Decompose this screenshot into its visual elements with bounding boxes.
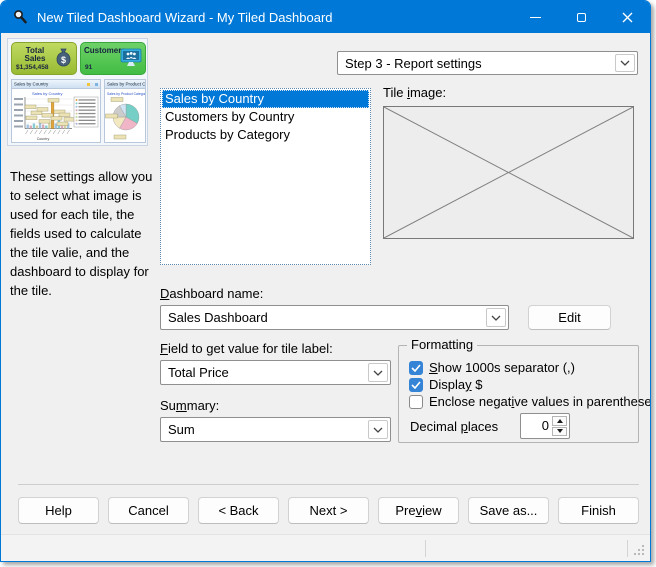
placeholder-cross-icon	[384, 107, 633, 238]
chevron-down-icon	[368, 363, 388, 382]
finish-button[interactable]: Finish	[558, 497, 639, 524]
checkbox-enclose-negative[interactable]: Enclose negative values in parentheses	[409, 394, 651, 409]
dashboard-name-label: Dashboard name:	[160, 286, 263, 301]
report-listbox: Sales by Country Customers by Country Pr…	[160, 88, 371, 265]
settings-description: These settings allow you to select what …	[10, 167, 154, 300]
list-item-products-by-category[interactable]: Products by Category	[162, 126, 369, 144]
maximize-icon	[577, 13, 586, 22]
dashboard-name-value: Sales Dashboard	[168, 310, 486, 325]
tile-image-label: Tile image:	[383, 85, 446, 100]
panel-toolbar-icon	[87, 83, 90, 86]
list-item-sales-by-country[interactable]: Sales by Country	[162, 90, 369, 108]
tile-image-placeholder	[383, 106, 634, 239]
magnifier-icon	[12, 9, 28, 25]
svg-text:Country: Country	[37, 137, 50, 141]
tile-value: $1,354,458	[16, 64, 49, 71]
decimal-places-label: Decimal places	[410, 419, 498, 434]
step-selector-combobox[interactable]: Step 3 - Report settings	[337, 51, 638, 75]
tile-value: 91	[85, 64, 92, 71]
chevron-down-icon	[615, 54, 635, 72]
checkbox-display-dollar[interactable]: Display $	[409, 377, 482, 392]
decimal-places-value: 0	[542, 418, 549, 433]
preview-button[interactable]: Preview	[378, 497, 459, 524]
status-bar-divider	[627, 540, 628, 557]
field-combobox[interactable]: Total Price	[160, 360, 391, 385]
window-title: New Tiled Dashboard Wizard - My Tiled Da…	[37, 10, 333, 25]
decimal-places-stepper[interactable]: 0	[520, 413, 570, 439]
save-as-button[interactable]: Save as...	[468, 497, 549, 524]
cancel-button[interactable]: Cancel	[108, 497, 189, 524]
checkbox-icon	[409, 378, 423, 392]
checkbox-1000s-separator[interactable]: Show 1000s separator (,)	[409, 360, 575, 375]
monitor-users-icon	[120, 48, 142, 73]
preview-panel-sales-by-country: Sales by Country Sales by Country	[11, 79, 101, 143]
checkbox-icon	[409, 361, 423, 375]
arrow-down-icon	[557, 429, 563, 433]
maximize-button[interactable]	[558, 1, 604, 33]
tile-label: Total Sales	[15, 47, 55, 63]
wizard-dialog: New Tiled Dashboard Wizard - My Tiled Da…	[0, 0, 651, 562]
minimize-button[interactable]	[512, 1, 558, 33]
field-value: Total Price	[168, 365, 368, 380]
dashboard-preview-image: Total Sales $ $1,354,458 Customers	[7, 38, 148, 146]
next-button[interactable]: Next >	[288, 497, 369, 524]
chevron-down-icon	[486, 308, 506, 327]
spin-down-button[interactable]	[552, 427, 567, 437]
svg-text:Sales by Product Category: Sales by Product Category	[107, 92, 145, 96]
summary-label: Summary:	[160, 398, 219, 413]
panel-header: Sales by Country	[12, 80, 100, 89]
field-label: Field to get value for tile label:	[160, 341, 333, 356]
formatting-group-title: Formatting	[407, 337, 477, 352]
bar-chart-thumbnail: Sales by Country	[12, 89, 100, 142]
resize-grip[interactable]	[642, 553, 644, 555]
panel-header: Sales by Product Category	[105, 80, 145, 89]
title-bar: New Tiled Dashboard Wizard - My Tiled Da…	[1, 1, 650, 33]
summary-value: Sum	[168, 422, 368, 437]
status-bar	[1, 534, 650, 561]
minimize-icon	[530, 17, 541, 18]
formatting-group: Formatting Show 1000s separator (,) Disp…	[398, 345, 639, 443]
close-button[interactable]	[604, 1, 650, 33]
preview-panel-sales-by-product-category: Sales by Product Category Sales by Produ…	[104, 79, 146, 143]
back-button[interactable]: < Back	[198, 497, 279, 524]
arrow-up-icon	[557, 419, 563, 423]
footer-separator	[18, 484, 639, 485]
svg-text:Sales by Country: Sales by Country	[32, 91, 62, 96]
spin-up-button[interactable]	[552, 416, 567, 426]
checkbox-icon	[409, 395, 423, 409]
pie-chart-thumbnail: Sales by Product Category	[105, 89, 145, 142]
close-icon	[622, 12, 633, 23]
chevron-down-icon	[368, 420, 388, 439]
step-selector-value: Step 3 - Report settings	[345, 56, 615, 71]
summary-combobox[interactable]: Sum	[160, 417, 391, 442]
dashboard-name-combobox[interactable]: Sales Dashboard	[160, 305, 509, 330]
panel-toolbar-icon	[95, 83, 98, 86]
edit-button[interactable]: Edit	[528, 305, 611, 330]
list-item-customers-by-country[interactable]: Customers by Country	[162, 108, 369, 126]
status-bar-divider	[425, 540, 426, 557]
tile-label: Customers	[84, 47, 124, 55]
svg-text:$: $	[61, 55, 66, 65]
panel-toolbar-icon	[91, 83, 94, 86]
preview-tile-total-sales: Total Sales $ $1,354,458	[11, 42, 77, 75]
help-button[interactable]: Help	[18, 497, 99, 524]
money-bag-icon: $	[54, 48, 73, 74]
preview-tile-customers: Customers 91	[80, 42, 146, 75]
